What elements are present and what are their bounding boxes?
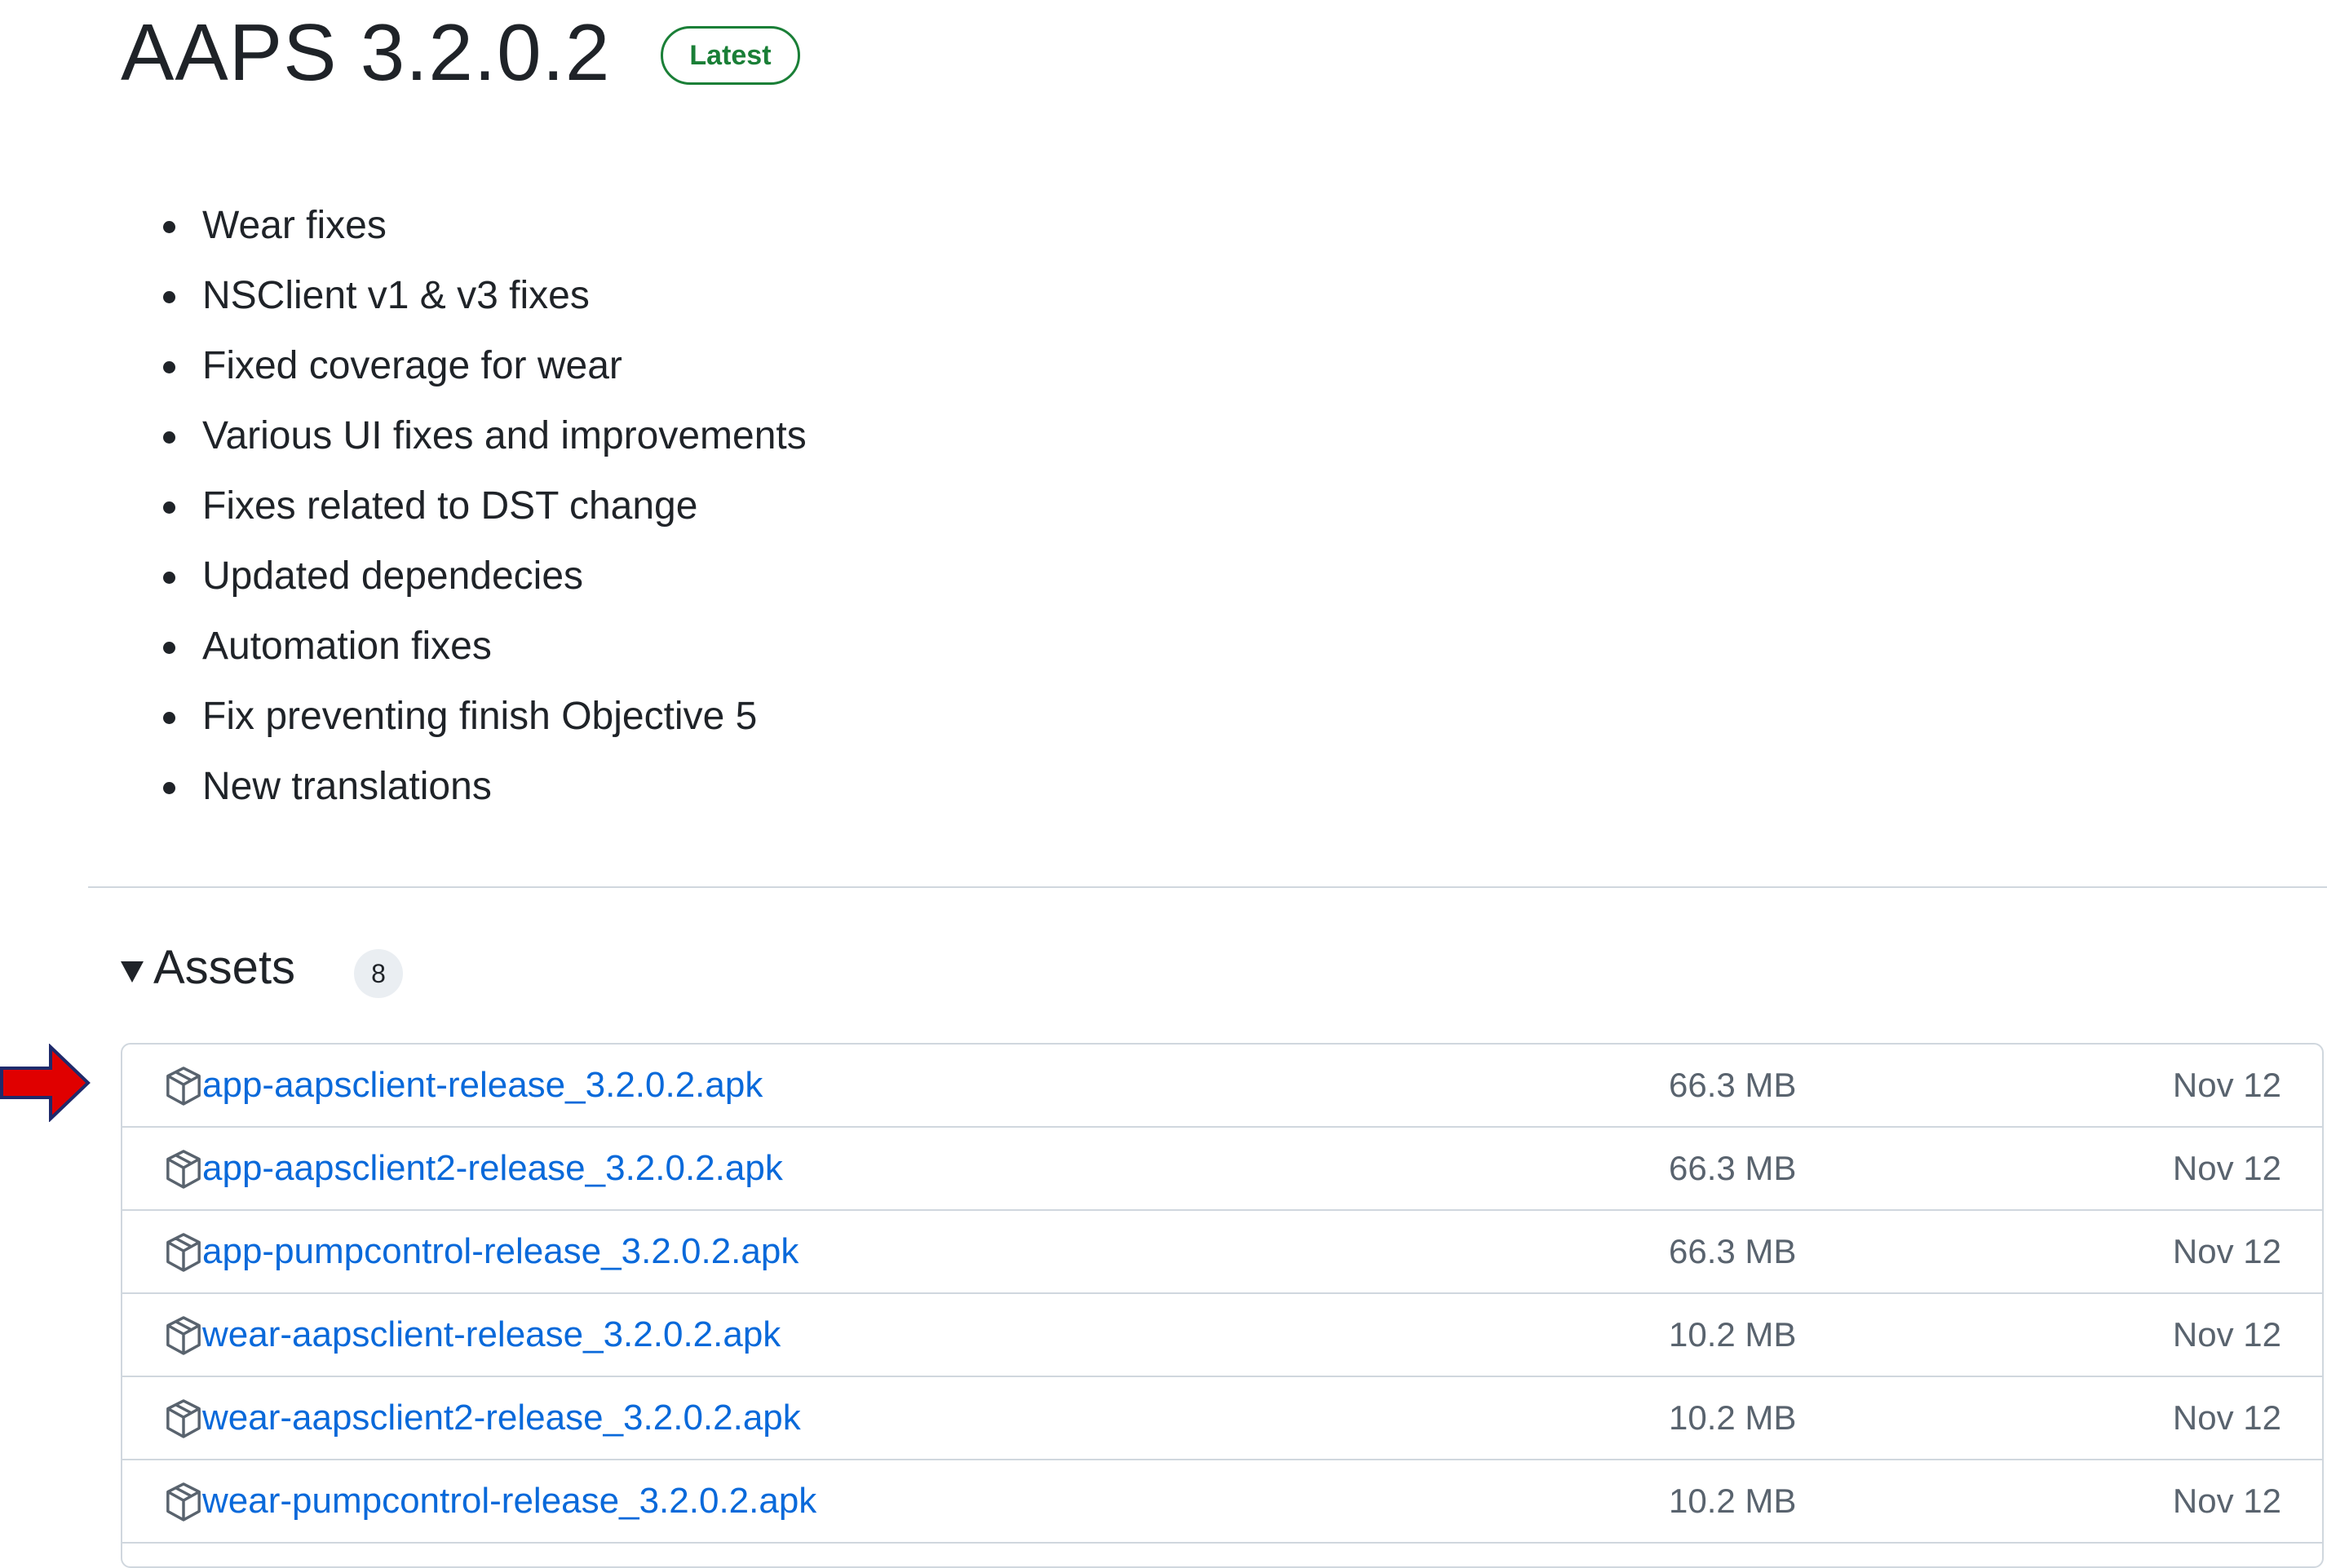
- asset-download-link[interactable]: wear-pumpcontrol-release_3.2.0.2.apk: [202, 1460, 816, 1542]
- package-icon: [166, 1399, 201, 1438]
- release-note-item: New translations: [157, 752, 807, 822]
- asset-size: 10.2 MB: [1669, 1398, 1797, 1437]
- caret-down-icon: [121, 961, 144, 983]
- assets-count-badge: 8: [354, 949, 404, 998]
- release-note-item: Wear fixes: [157, 191, 807, 261]
- latest-badge: Latest: [661, 26, 800, 85]
- asset-row: wear-pumpcontrol-release_3.2.0.2.apk 10.…: [122, 1460, 2322, 1544]
- asset-row: app-pumpcontrol-release_3.2.0.2.apk 66.3…: [122, 1211, 2322, 1294]
- assets-list: app-aapsclient-release_3.2.0.2.apk 66.3 …: [121, 1043, 2324, 1568]
- release-note-item: Automation fixes: [157, 612, 807, 682]
- package-icon: [166, 1482, 201, 1522]
- release-notes-list: Wear fixes NSClient v1 & v3 fixes Fixed …: [157, 191, 807, 822]
- asset-date: Nov 12: [2172, 1482, 2281, 1520]
- asset-download-link[interactable]: wear-aapsclient-release_3.2.0.2.apk: [202, 1294, 781, 1376]
- asset-date: Nov 12: [2172, 1149, 2281, 1187]
- package-icon: [166, 1150, 201, 1189]
- release-note-item: Fixes related to DST change: [157, 471, 807, 541]
- asset-row: wear-aapsclient2-release_3.2.0.2.apk 10.…: [122, 1377, 2322, 1460]
- release-note-item: Various UI fixes and improvements: [157, 401, 807, 471]
- assets-title: Assets: [153, 941, 296, 994]
- assets-toggle[interactable]: Assets 8: [121, 938, 404, 998]
- asset-date: Nov 12: [2172, 1398, 2281, 1437]
- release-note-item: Updated dependecies: [157, 541, 807, 612]
- release-header: AAPS 3.2.0.2 Latest: [121, 7, 800, 98]
- asset-download-link[interactable]: app-aapsclient2-release_3.2.0.2.apk: [202, 1128, 783, 1209]
- asset-download-link[interactable]: app-pumpcontrol-release_3.2.0.2.apk: [202, 1211, 799, 1292]
- package-icon: [166, 1067, 201, 1106]
- asset-download-link[interactable]: app-aapsclient-release_3.2.0.2.apk: [202, 1045, 763, 1126]
- asset-size: 66.3 MB: [1669, 1232, 1797, 1270]
- release-note-item: Fixed coverage for wear: [157, 331, 807, 401]
- asset-row: wear-aapsclient-release_3.2.0.2.apk 10.2…: [122, 1294, 2322, 1377]
- asset-date: Nov 12: [2172, 1066, 2281, 1104]
- package-icon: [166, 1233, 201, 1272]
- asset-size: 66.3 MB: [1669, 1066, 1797, 1104]
- section-divider: [88, 886, 2327, 888]
- asset-size: 66.3 MB: [1669, 1149, 1797, 1187]
- asset-size: 10.2 MB: [1669, 1482, 1797, 1520]
- asset-date: Nov 12: [2172, 1315, 2281, 1354]
- release-note-item: NSClient v1 & v3 fixes: [157, 261, 807, 331]
- asset-date: Nov 12: [2172, 1232, 2281, 1270]
- release-note-item: Fix preventing finish Objective 5: [157, 682, 807, 752]
- asset-row: app-aapsclient2-release_3.2.0.2.apk 66.3…: [122, 1128, 2322, 1211]
- package-icon: [166, 1316, 201, 1355]
- release-title: AAPS 3.2.0.2: [121, 7, 611, 97]
- asset-download-link[interactable]: wear-aapsclient2-release_3.2.0.2.apk: [202, 1377, 801, 1459]
- asset-row: app-aapsclient-release_3.2.0.2.apk 66.3 …: [122, 1045, 2322, 1128]
- asset-size: 10.2 MB: [1669, 1315, 1797, 1354]
- red-arrow-icon: [0, 1044, 91, 1122]
